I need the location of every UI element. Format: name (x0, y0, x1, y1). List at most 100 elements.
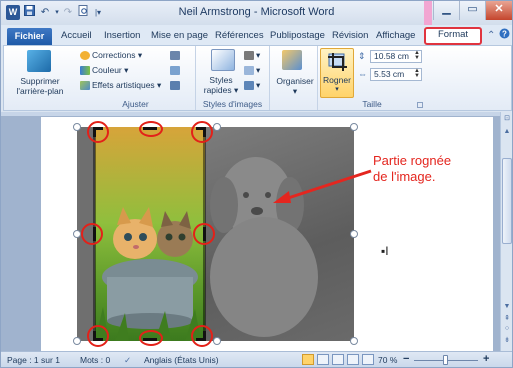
color-label: Couleur ▾ (92, 65, 129, 75)
width-field[interactable]: 5.53 cm ▲ ▼ (370, 68, 422, 81)
web-layout-view-icon[interactable] (332, 354, 344, 365)
group-arrange: Organiser ▾ (270, 46, 318, 110)
tab-home[interactable]: Accueil (61, 28, 92, 45)
resize-handle-top-left[interactable] (73, 123, 81, 131)
tab-view[interactable]: Affichage (376, 28, 415, 45)
arrange-button[interactable]: Organiser ▾ (274, 76, 316, 97)
artistic-effects-button[interactable]: Effets artistiques ▾ (80, 80, 161, 91)
help-icon[interactable]: ? (499, 28, 510, 42)
crop-dropdown-icon: ▾ (335, 86, 339, 93)
change-picture-icon (170, 66, 180, 76)
previous-page-icon[interactable]: ⇞ (501, 314, 512, 322)
proofing-icon[interactable]: ✓ (124, 355, 131, 366)
crop-label: Rogner (323, 75, 351, 85)
highlight-circle-bottom-right (191, 325, 213, 347)
group-remove-background: Supprimer l'arrière-plan (4, 46, 76, 110)
arrange-icon (282, 50, 302, 70)
tab-file[interactable]: Fichier (7, 28, 52, 45)
browse-object-icon[interactable]: ○ (501, 325, 512, 332)
document-page[interactable]: Partie rognée de l'image. ▪I (41, 117, 493, 351)
highlight-circle-left (81, 223, 103, 245)
print-layout-view-icon[interactable] (302, 354, 314, 365)
zoom-slider-thumb[interactable] (443, 355, 448, 365)
group-size: Rogner ▾ ⇕ 10.58 cm ▲ ▼ ⇔ 5.53 cm ▲ ▼ Tail… (318, 46, 426, 110)
minimize-ribbon-icon[interactable]: ⌃ (487, 30, 495, 41)
scroll-up-arrow[interactable]: ▲ (501, 128, 512, 135)
next-page-icon[interactable]: ⇟ (501, 336, 512, 344)
tab-format[interactable]: Format (424, 27, 482, 45)
remove-background-button[interactable]: Supprimer l'arrière-plan (12, 76, 68, 96)
corrections-label: Corrections ▾ (92, 50, 143, 60)
group-label-adjust: Ajuster (122, 99, 149, 109)
change-picture-button[interactable] (170, 65, 182, 76)
quick-styles-button[interactable]: Styles rapides ▾ (202, 75, 240, 96)
language[interactable]: Anglais (États Unis) (144, 355, 219, 365)
vertical-scrollbar[interactable]: ⊡ ▲ ▼ ⇞ ○ ⇟ (500, 112, 512, 351)
group-label-picture-styles: Styles d'images (202, 99, 263, 109)
dog-silhouette (210, 157, 318, 337)
resize-handle-top[interactable] (213, 123, 221, 131)
minimize-button[interactable]: ▁ (433, 1, 459, 20)
corrections-icon (80, 51, 90, 61)
tab-review[interactable]: Révision (332, 28, 368, 45)
picture[interactable] (73, 121, 358, 347)
kittens-picture (95, 207, 201, 341)
picture-effects-icon (244, 66, 254, 76)
tab-references[interactable]: Références (215, 28, 264, 45)
size-dialog-launcher[interactable] (417, 102, 423, 108)
height-spinner[interactable]: ▲ ▼ (414, 50, 420, 61)
resize-handle-bottom-right[interactable] (350, 337, 358, 345)
full-screen-view-icon[interactable] (317, 354, 329, 365)
document-area: Partie rognée de l'image. ▪I (1, 112, 500, 351)
tab-page-layout[interactable]: Mise en page (151, 28, 208, 45)
highlight-circle-bottom-left (87, 325, 109, 347)
zoom-level[interactable]: 70 % (378, 355, 397, 365)
picture-effects-button[interactable]: ▾ (244, 65, 260, 76)
quick-styles-label-1: Styles (209, 75, 233, 85)
word-count[interactable]: Mots : 0 (80, 355, 110, 365)
annotation-arrow (273, 169, 372, 203)
highlight-circle-top (139, 121, 163, 137)
group-adjust: Corrections ▾ Couleur ▾ Effets artistiqu… (76, 46, 196, 110)
word-window: W ↶ ▾ ↷ |▾ Neil Armstrong - Microsoft Wo… (0, 0, 513, 368)
remove-background-label-2: l'arrière-plan (16, 86, 64, 96)
picture-border-button[interactable]: ▾ (244, 50, 260, 61)
height-icon: ⇕ (358, 51, 366, 61)
page-count[interactable]: Page : 1 sur 1 (7, 355, 60, 365)
title-bar: W ↶ ▾ ↷ |▾ Neil Armstrong - Microsoft Wo… (1, 1, 512, 25)
picture-layout-icon (244, 81, 254, 91)
kept-area (95, 127, 205, 341)
outline-view-icon[interactable] (347, 354, 359, 365)
resize-handle-bottom[interactable] (213, 337, 221, 345)
resize-handle-top-right[interactable] (350, 123, 358, 131)
status-bar: Page : 1 sur 1 Mots : 0 ✓ Anglais (États… (1, 351, 512, 367)
highlight-circle-bottom (139, 330, 163, 346)
height-field[interactable]: 10.58 cm ▲ ▼ (370, 50, 422, 63)
text-cursor-icon: ▪I (381, 244, 389, 258)
zoom-in-button[interactable]: + (483, 353, 489, 365)
resize-handle-bottom-left[interactable] (73, 337, 81, 345)
ribbon-tabs: Fichier Accueil Insertion Mise en page R… (1, 25, 512, 45)
svg-text:?: ? (502, 30, 507, 39)
width-spinner[interactable]: ▲ ▼ (414, 68, 420, 79)
ribbon: Supprimer l'arrière-plan Corrections ▾ C… (3, 45, 512, 111)
scroll-down-arrow[interactable]: ▼ (501, 303, 512, 310)
color-button[interactable]: Couleur ▾ (80, 65, 128, 76)
tab-insert[interactable]: Insertion (104, 28, 140, 45)
crop-button[interactable]: Rogner ▾ (320, 48, 354, 98)
scroll-thumb[interactable] (502, 158, 512, 244)
resize-handle-left[interactable] (73, 230, 81, 238)
ruler-toggle-icon[interactable]: ⊡ (501, 114, 512, 122)
resize-handle-right[interactable] (350, 230, 358, 238)
compress-pictures-button[interactable] (170, 50, 182, 61)
zoom-out-button[interactable]: − (403, 353, 409, 365)
corrections-button[interactable]: Corrections ▾ (80, 50, 142, 61)
tab-mailings[interactable]: Publipostage (270, 28, 325, 45)
draft-view-icon[interactable] (362, 354, 374, 365)
reset-picture-button[interactable] (170, 80, 182, 91)
picture-layout-button[interactable]: ▾ (244, 80, 260, 91)
maximize-button[interactable]: ▭ (459, 1, 485, 20)
group-picture-styles: Styles rapides ▾ ▾ ▾ ▾ Styles d'images (196, 46, 270, 110)
quick-styles-icon (211, 49, 235, 71)
close-button[interactable]: ✕ (485, 1, 512, 20)
